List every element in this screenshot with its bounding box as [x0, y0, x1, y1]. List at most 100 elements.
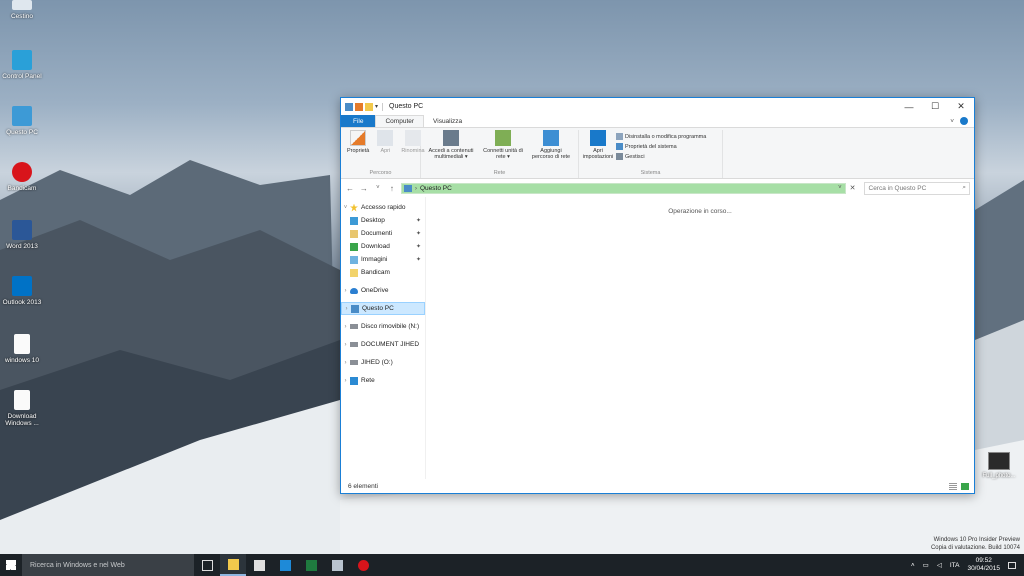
tab-computer[interactable]: Computer: [375, 115, 425, 127]
address-bar[interactable]: › Questo PC ˅: [400, 182, 846, 194]
tab-view[interactable]: Visualizza: [424, 115, 471, 127]
collapsed-chevron-icon[interactable]: ›: [341, 324, 350, 330]
nav-item-bandicam[interactable]: Bandicam: [341, 266, 425, 279]
taskbar-search-input[interactable]: Ricerca in Windows e nel Web: [22, 554, 194, 576]
keyboard-language[interactable]: ITA: [950, 562, 960, 569]
nav-drive-m[interactable]: › DOCUMENT JIHED (M:): [341, 338, 425, 351]
evaluation-watermark: Windows 10 Pro Insider Preview Copia di …: [930, 537, 1020, 551]
recent-locations-icon[interactable]: ˅: [373, 185, 383, 191]
nav-this-pc[interactable]: › Questo PC: [341, 302, 425, 315]
nav-item-documents[interactable]: Documenti ✦: [341, 227, 425, 240]
drive-icon: [350, 324, 358, 329]
start-button[interactable]: [0, 554, 22, 576]
desktop-file-photo[interactable]: Full_photo...: [977, 452, 1021, 479]
desktop-icon-windows10-file[interactable]: windows 10: [0, 334, 44, 364]
uninstall-program-button[interactable]: Disinstalla o modifica programma: [616, 133, 706, 140]
explorer-window[interactable]: ▾ Questo PC — ☐ ✕ File Computer Visualiz…: [340, 97, 975, 494]
close-button[interactable]: ✕: [948, 98, 974, 115]
dropdown-icon[interactable]: ▾: [375, 103, 380, 111]
volume-icon[interactable]: ◁: [937, 561, 942, 569]
nav-drive-n[interactable]: › Disco rimovibile (N:): [341, 320, 425, 333]
record-icon: [357, 559, 369, 571]
ribbon-group-system: Apri impostazioni Disinstalla o modifica…: [579, 130, 723, 178]
system-properties-icon: [616, 143, 623, 150]
address-dropdown-icon[interactable]: ˅: [838, 185, 845, 191]
maximize-button[interactable]: ☐: [922, 98, 948, 115]
task-view-icon: [201, 559, 213, 571]
desktop-icon-recycle-bin[interactable]: Cestino: [0, 0, 44, 20]
taskbar-file-explorer[interactable]: [220, 554, 246, 576]
document-icon: [14, 334, 30, 354]
back-arrow-icon[interactable]: ←: [345, 184, 355, 193]
properties-icon[interactable]: [355, 102, 363, 111]
desktop-icon-this-pc[interactable]: Questo PC: [0, 106, 44, 136]
taskbar-bandicam[interactable]: [350, 554, 376, 576]
collapsed-chevron-icon[interactable]: ›: [341, 342, 350, 348]
system-properties-button[interactable]: Proprietà del sistema: [616, 143, 706, 150]
expanded-chevron-icon[interactable]: ˅: [341, 205, 350, 211]
group-label-system: Sistema: [640, 170, 661, 176]
network-status-icon[interactable]: ▭: [923, 561, 929, 569]
open-settings-button[interactable]: Apri impostazioni: [582, 130, 614, 170]
nav-quick-access[interactable]: ˅ Accesso rapido: [341, 201, 425, 214]
desktop-icon-control-panel[interactable]: Control Panel: [0, 50, 44, 80]
separator: [382, 102, 383, 111]
settings-gear-icon: [590, 130, 606, 146]
taskbar-excel[interactable]: [298, 554, 324, 576]
add-network-location-button[interactable]: Aggiungi percorso di rete: [528, 130, 574, 170]
folder-icon: [350, 268, 358, 277]
search-input[interactable]: Cerca in Questo PC ⌕: [863, 181, 970, 195]
minimize-button[interactable]: —: [896, 98, 922, 115]
help-icon[interactable]: [960, 117, 968, 125]
file-list-area[interactable]: Operazione in corso...: [426, 197, 974, 479]
details-view-icon[interactable]: [949, 482, 957, 490]
nav-drive-o[interactable]: › JIHED (O:): [341, 356, 425, 369]
desktop-folder-icon: [350, 216, 358, 225]
group-label-location: Percorso: [369, 170, 392, 176]
up-arrow-icon[interactable]: ↑: [387, 184, 397, 193]
taskbar-notepad[interactable]: [324, 554, 350, 576]
collapsed-chevron-icon[interactable]: ›: [341, 378, 350, 384]
group-label-network: Rete: [493, 170, 506, 176]
nav-item-downloads[interactable]: Download ✦: [341, 240, 425, 253]
collapsed-chevron-icon[interactable]: ›: [341, 360, 350, 366]
ribbon-collapse-icon[interactable]: ˅: [950, 118, 954, 125]
navigation-pane[interactable]: ˅ Accesso rapido Desktop ✦ Documenti ✦ D…: [341, 197, 426, 479]
desktop-icon-download-windows[interactable]: Download Windows ...: [0, 390, 44, 427]
network-location-icon: [543, 130, 559, 146]
desktop-icon-outlook[interactable]: Outlook 2013: [0, 276, 44, 306]
chevron-up-icon[interactable]: ˄: [911, 562, 915, 569]
title-bar[interactable]: ▾ Questo PC — ☐ ✕: [341, 98, 974, 115]
properties-button[interactable]: Proprietà: [344, 130, 372, 170]
clock[interactable]: 09:52 30/04/2015: [967, 557, 1000, 573]
collapsed-chevron-icon[interactable]: ›: [341, 288, 350, 294]
large-icons-view-icon[interactable]: [961, 482, 969, 490]
task-view-button[interactable]: [194, 554, 220, 576]
media-access-button[interactable]: Accedi a contenuti multimediali ▾: [424, 130, 478, 170]
breadcrumb-this-pc[interactable]: Questo PC: [420, 185, 452, 192]
nav-network[interactable]: › Rete: [341, 374, 425, 387]
desktop-icon-word[interactable]: Word 2013: [0, 220, 44, 250]
new-folder-icon[interactable]: [365, 102, 373, 111]
taskbar-store[interactable]: [246, 554, 272, 576]
nav-item-pictures[interactable]: Immagini ✦: [341, 253, 425, 266]
collapsed-chevron-icon[interactable]: ›: [342, 306, 351, 312]
map-network-drive-button[interactable]: Connetti unità di rete ▾: [480, 130, 526, 170]
search-icon: ⌕: [962, 184, 966, 191]
stop-loading-icon[interactable]: ✕: [850, 184, 856, 192]
nav-item-desktop[interactable]: Desktop ✦: [341, 214, 425, 227]
computer-icon: [351, 304, 359, 313]
item-count: 6 elementi: [348, 482, 378, 490]
desktop-icon-bandicam[interactable]: Bandicam: [0, 162, 44, 192]
manage-button[interactable]: Gestisci: [616, 153, 706, 160]
notifications-icon[interactable]: [1008, 561, 1016, 569]
taskbar-app-blue[interactable]: [272, 554, 298, 576]
forward-arrow-icon[interactable]: →: [359, 184, 369, 193]
drive-icon: [350, 360, 358, 365]
tab-file[interactable]: File: [341, 115, 376, 127]
open-button[interactable]: Apri: [374, 130, 396, 170]
network-drive-icon: [495, 130, 511, 146]
media-server-icon: [443, 130, 459, 146]
folder-icon: [227, 558, 239, 570]
nav-onedrive[interactable]: › OneDrive: [341, 284, 425, 297]
